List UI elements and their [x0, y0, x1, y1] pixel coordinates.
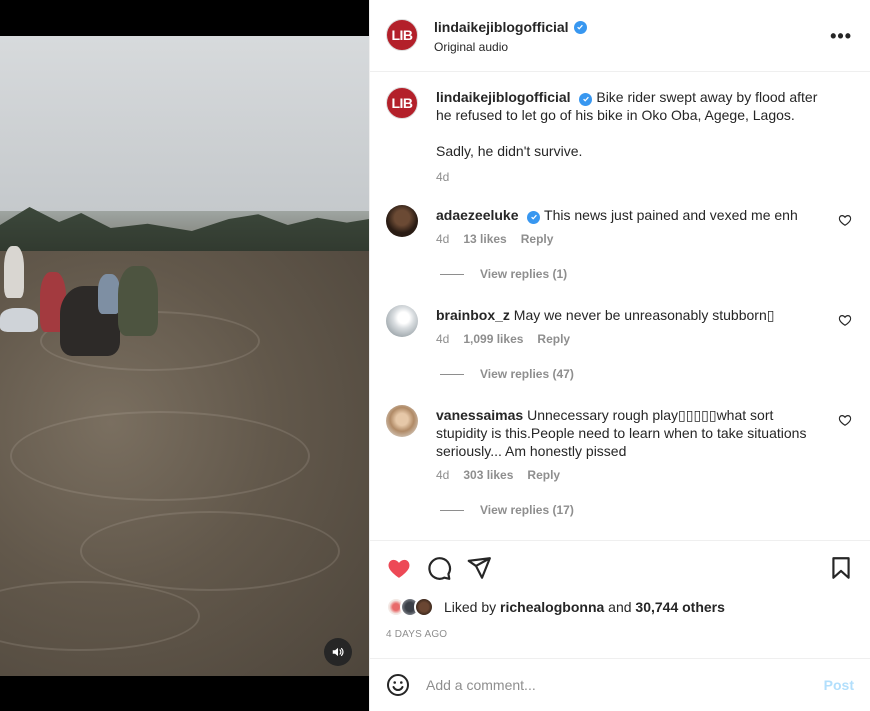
reply-button[interactable]: Reply: [527, 466, 560, 484]
video-frame[interactable]: [0, 36, 369, 676]
commenter-avatar[interactable]: [386, 405, 418, 437]
replies-divider-line: [440, 273, 464, 275]
view-replies-button[interactable]: View replies (1): [440, 267, 567, 281]
comment-username[interactable]: adaezeeluke: [436, 207, 519, 223]
comment-meta: 4d 13 likes Reply: [436, 230, 816, 248]
view-replies-button[interactable]: View replies (17): [440, 503, 574, 517]
comment-icon[interactable]: [426, 555, 452, 581]
replies-divider-line: [440, 373, 464, 375]
emoji-icon[interactable]: [386, 673, 410, 697]
add-comment-bar: Post: [370, 658, 870, 711]
liked-by-others-count[interactable]: 30,744 others: [635, 599, 725, 615]
comment-time[interactable]: 4d: [436, 330, 449, 348]
post-actions: Liked by richealogbonna and 30,744 other…: [370, 540, 870, 658]
more-options-icon[interactable]: •••: [830, 26, 852, 47]
liked-by-avatars[interactable]: [386, 597, 438, 617]
comment-body: vanessaimas Unnecessary rough play▯▯▯▯▯w…: [436, 406, 816, 484]
comment-text: May we never be unreasonably stubborn▯: [513, 307, 775, 323]
video-people-group: [0, 236, 170, 386]
liked-by-username[interactable]: richealogbonna: [500, 599, 604, 615]
author-avatar[interactable]: LIB: [386, 19, 418, 51]
liked-by-row: Liked by richealogbonna and 30,744 other…: [386, 597, 725, 617]
caption-timestamp[interactable]: 4d: [436, 168, 836, 186]
share-icon[interactable]: [466, 555, 492, 581]
caption-body: lindaikejiblogofficial Bike rider swept …: [436, 88, 836, 186]
liked-by-prefix: Liked by: [444, 599, 497, 615]
commenter-avatar[interactable]: [386, 305, 418, 337]
comment-text: This news just pained and vexed me enh: [544, 207, 798, 223]
comment-time[interactable]: 4d: [436, 466, 449, 484]
caption-text-line-2: Sadly, he didn't survive.: [436, 143, 583, 159]
replies-divider-line: [440, 509, 464, 511]
liker-avatar[interactable]: [414, 597, 434, 617]
comment-likes[interactable]: 1,099 likes: [463, 330, 523, 348]
commenter-avatar[interactable]: [386, 205, 418, 237]
reply-button[interactable]: Reply: [521, 230, 554, 248]
caption-author-avatar[interactable]: LIB: [386, 87, 418, 119]
comment-input[interactable]: [426, 675, 806, 695]
liked-by-and: and: [608, 599, 632, 615]
comment-body: adaezeeluke This news just pained and ve…: [436, 206, 816, 248]
verified-badge-icon: [527, 210, 541, 224]
comment-likes[interactable]: 303 likes: [463, 466, 513, 484]
view-replies-label[interactable]: View replies (1): [480, 267, 567, 281]
view-replies-label[interactable]: View replies (47): [480, 367, 574, 381]
comment-body: brainbox_z May we never be unreasonably …: [436, 306, 816, 348]
comment-like-heart-icon[interactable]: [838, 213, 852, 227]
video-sky: [0, 36, 369, 211]
comment-username[interactable]: brainbox_z: [436, 307, 510, 323]
comment-username[interactable]: vanessaimas: [436, 407, 523, 423]
post-detail-panel: LIB lindaikejiblogofficial Original audi…: [369, 0, 870, 711]
view-replies-button[interactable]: View replies (47): [440, 367, 574, 381]
audio-label[interactable]: Original audio: [434, 40, 508, 54]
caption-author-username[interactable]: lindaikejiblogofficial: [436, 89, 571, 105]
view-replies-label[interactable]: View replies (17): [480, 503, 574, 517]
save-bookmark-icon[interactable]: [828, 555, 854, 581]
verified-badge-icon: [573, 20, 587, 34]
post-timestamp[interactable]: 4 DAYS AGO: [386, 629, 447, 640]
post-comment-button[interactable]: Post: [824, 677, 854, 693]
mute-toggle-button[interactable]: [324, 638, 352, 666]
author-username[interactable]: lindaikejiblogofficial: [434, 19, 587, 35]
speaker-icon: [332, 647, 344, 657]
verified-badge-icon: [579, 92, 593, 106]
comment-like-heart-icon[interactable]: [838, 313, 852, 327]
comment-like-heart-icon[interactable]: [838, 413, 852, 427]
comment-meta: 4d 303 likes Reply: [436, 466, 816, 484]
unlike-heart-icon[interactable]: [386, 555, 412, 581]
comment-meta: 4d 1,099 likes Reply: [436, 330, 816, 348]
author-username-text[interactable]: lindaikejiblogofficial: [434, 19, 569, 35]
reply-button[interactable]: Reply: [537, 330, 570, 348]
video-pane[interactable]: [0, 0, 369, 711]
comment-time[interactable]: 4d: [436, 230, 449, 248]
comments-section: LIB lindaikejiblogofficial Bike rider sw…: [370, 73, 870, 540]
post-header: LIB lindaikejiblogofficial Original audi…: [370, 0, 870, 72]
comment-likes[interactable]: 13 likes: [463, 230, 506, 248]
